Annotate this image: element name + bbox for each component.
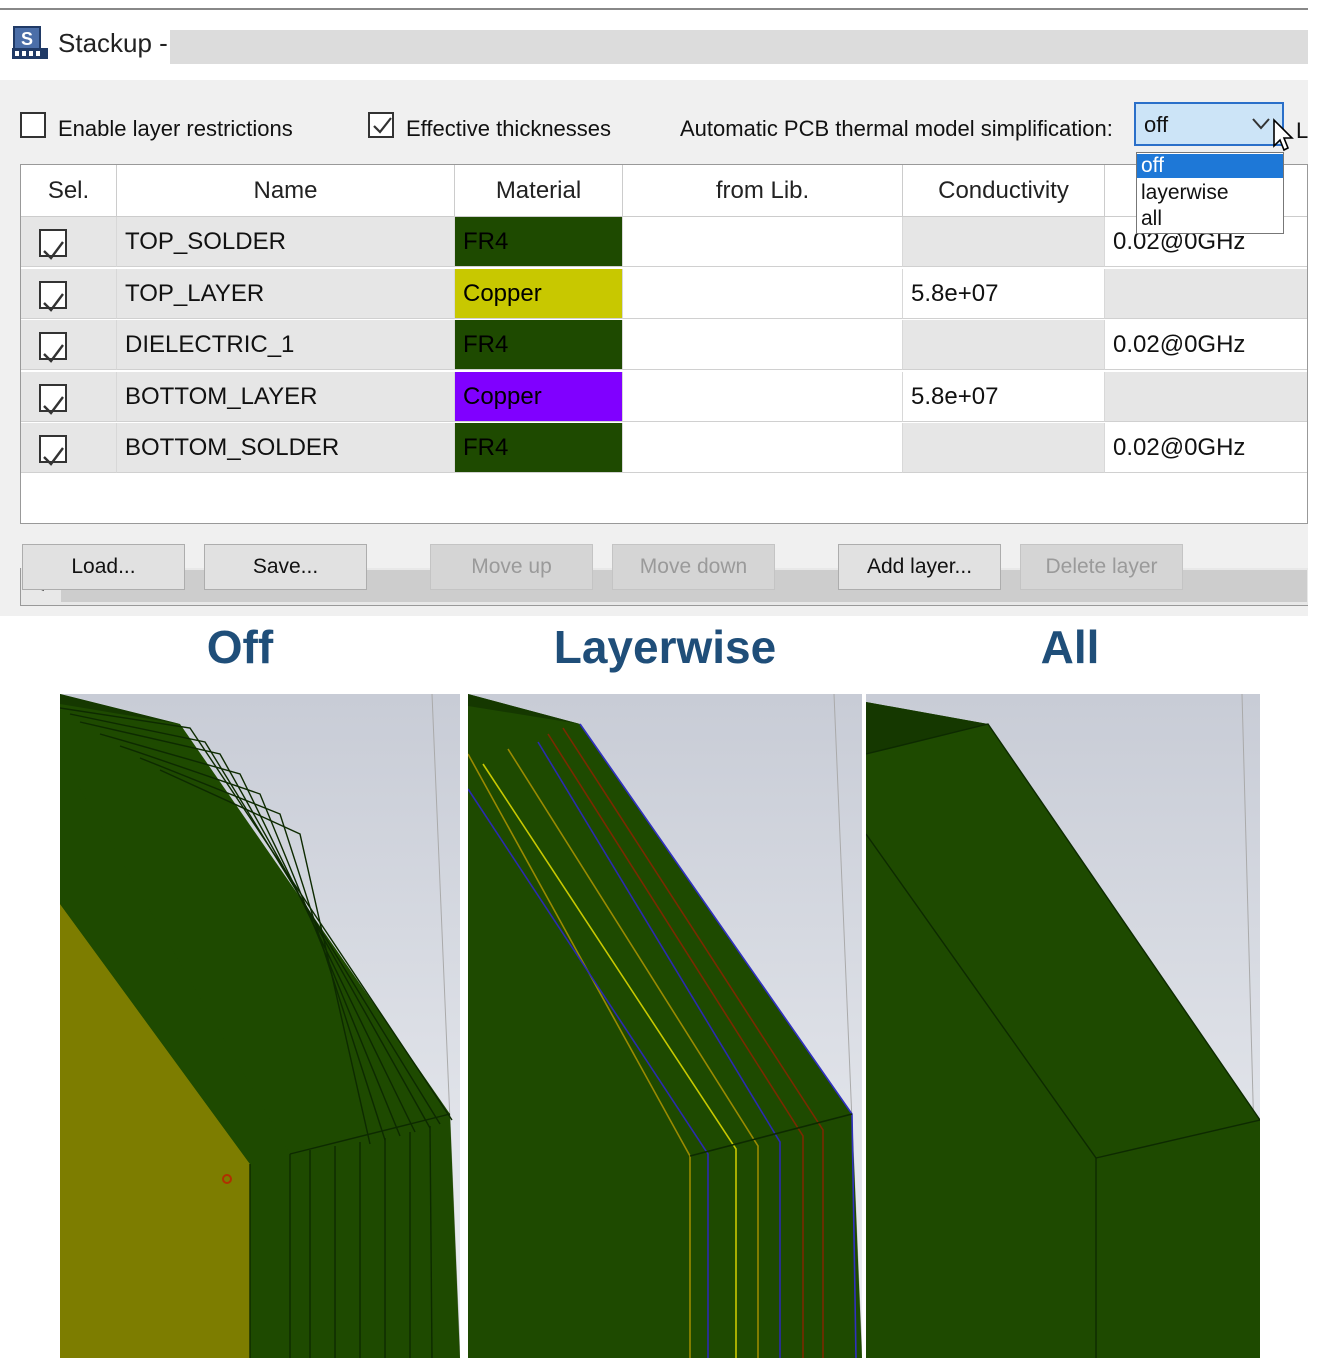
cell-material[interactable]: FR4 [455, 423, 623, 474]
simplification-dropdown-list[interactable]: off layerwise all [1136, 152, 1284, 234]
checkmark-icon [43, 292, 64, 312]
header-conductivity[interactable]: Conductivity [903, 165, 1105, 217]
cell-extra[interactable] [1105, 268, 1307, 319]
caption-off: Off [206, 621, 274, 673]
table-row[interactable]: TOP_LAYER Copper 5.8e+07 [21, 268, 1307, 320]
row-select-cell[interactable] [21, 371, 117, 422]
cell-conductivity[interactable] [903, 320, 1105, 371]
view-layerwise-render [468, 694, 862, 1358]
cell-material[interactable]: FR4 [455, 320, 623, 371]
cell-material[interactable]: Copper [455, 371, 623, 422]
caption-all: All [1040, 621, 1100, 673]
table-row[interactable]: TOP_SOLDER FR4 0.02@0GHz [21, 217, 1307, 268]
window-title: Stackup - [58, 28, 168, 58]
header-name[interactable]: Name [117, 165, 455, 217]
cell-material[interactable]: Copper [455, 268, 623, 319]
cell-extra[interactable]: 0.02@0GHz [1105, 320, 1307, 371]
cell-from-lib[interactable] [623, 320, 903, 371]
delete-layer-button[interactable]: Delete layer [1020, 544, 1183, 590]
header-from-lib[interactable]: from Lib. [623, 165, 903, 217]
checkmark-icon [373, 117, 392, 134]
cell-name[interactable]: TOP_LAYER [117, 268, 455, 319]
cell-conductivity[interactable]: 5.8e+07 [903, 371, 1105, 422]
row-select-checkbox[interactable] [39, 332, 67, 364]
svg-text:S: S [21, 29, 33, 49]
enable-layer-restrictions-label: Enable layer restrictions [58, 116, 293, 141]
simplification-label: Automatic PCB thermal model simplificati… [680, 116, 1113, 141]
window-top-border [0, 8, 1308, 10]
table-row[interactable]: DIELECTRIC_1 FR4 0.02@0GHz [21, 320, 1307, 371]
stackup-table: Sel. Name Material from Lib. Conductivit… [20, 164, 1308, 524]
cell-extra[interactable]: 0.02@0GHz [1105, 423, 1307, 474]
load-button[interactable]: Load... [22, 544, 185, 590]
view-all-render [866, 694, 1260, 1358]
row-select-checkbox[interactable] [39, 280, 67, 312]
add-layer-button[interactable]: Add layer... [838, 544, 1001, 590]
table-row[interactable]: BOTTOM_LAYER Copper 5.8e+07 [21, 371, 1307, 423]
move-up-button[interactable]: Move up [430, 544, 593, 590]
enable-layer-restrictions-checkbox[interactable] [20, 112, 46, 138]
header-sel[interactable]: Sel. [21, 165, 117, 217]
cell-conductivity[interactable] [903, 217, 1105, 267]
mouse-cursor-icon [1273, 118, 1294, 152]
simplification-selected-value: off [1144, 112, 1169, 137]
dropdown-option-all[interactable]: all [1137, 207, 1283, 231]
cell-extra[interactable] [1105, 371, 1307, 422]
chevron-down-icon [1252, 118, 1270, 130]
effective-thicknesses-checkbox[interactable] [368, 112, 394, 138]
header-material[interactable]: Material [455, 165, 623, 217]
dropdown-option-layerwise[interactable]: layerwise [1137, 181, 1283, 205]
save-button[interactable]: Save... [204, 544, 367, 590]
cell-from-lib[interactable] [623, 268, 903, 319]
view-off-render [60, 694, 460, 1358]
caption-layerwise: Layerwise [553, 621, 777, 673]
dropdown-option-off[interactable]: off [1137, 154, 1283, 178]
title-path-field [170, 30, 1308, 64]
checkmark-icon [43, 396, 64, 415]
row-select-cell[interactable] [21, 268, 117, 319]
cell-material[interactable]: FR4 [455, 217, 623, 267]
checkmark-icon [43, 447, 64, 467]
row-select-checkbox[interactable] [39, 435, 67, 467]
cell-from-lib[interactable] [623, 371, 903, 422]
cell-name[interactable]: TOP_SOLDER [117, 217, 455, 267]
truncated-label: L [1296, 118, 1309, 143]
cell-from-lib[interactable] [623, 423, 903, 474]
title-bar: S Stackup - [0, 20, 1308, 70]
cell-name[interactable]: BOTTOM_LAYER [117, 371, 455, 422]
simplification-select[interactable]: off [1134, 102, 1284, 146]
table-row[interactable]: BOTTOM_SOLDER FR4 0.02@0GHz [21, 423, 1307, 474]
stackup-panel: Enable layer restrictions Effective thic… [0, 80, 1308, 616]
row-select-cell[interactable] [21, 217, 117, 267]
cell-name[interactable]: BOTTOM_SOLDER [117, 423, 455, 474]
app-icon: S [12, 26, 48, 59]
row-select-cell[interactable] [21, 320, 117, 371]
cell-name[interactable]: DIELECTRIC_1 [117, 320, 455, 371]
row-select-checkbox[interactable] [39, 229, 67, 260]
cell-from-lib[interactable] [623, 217, 903, 267]
row-select-cell[interactable] [21, 423, 117, 474]
cell-conductivity[interactable] [903, 423, 1105, 474]
effective-thicknesses-label: Effective thicknesses [406, 116, 612, 141]
checkmark-icon [43, 241, 64, 260]
checkmark-icon [43, 344, 64, 364]
cell-conductivity[interactable]: 5.8e+07 [903, 268, 1105, 319]
move-down-button[interactable]: Move down [612, 544, 775, 590]
row-select-checkbox[interactable] [39, 383, 67, 415]
